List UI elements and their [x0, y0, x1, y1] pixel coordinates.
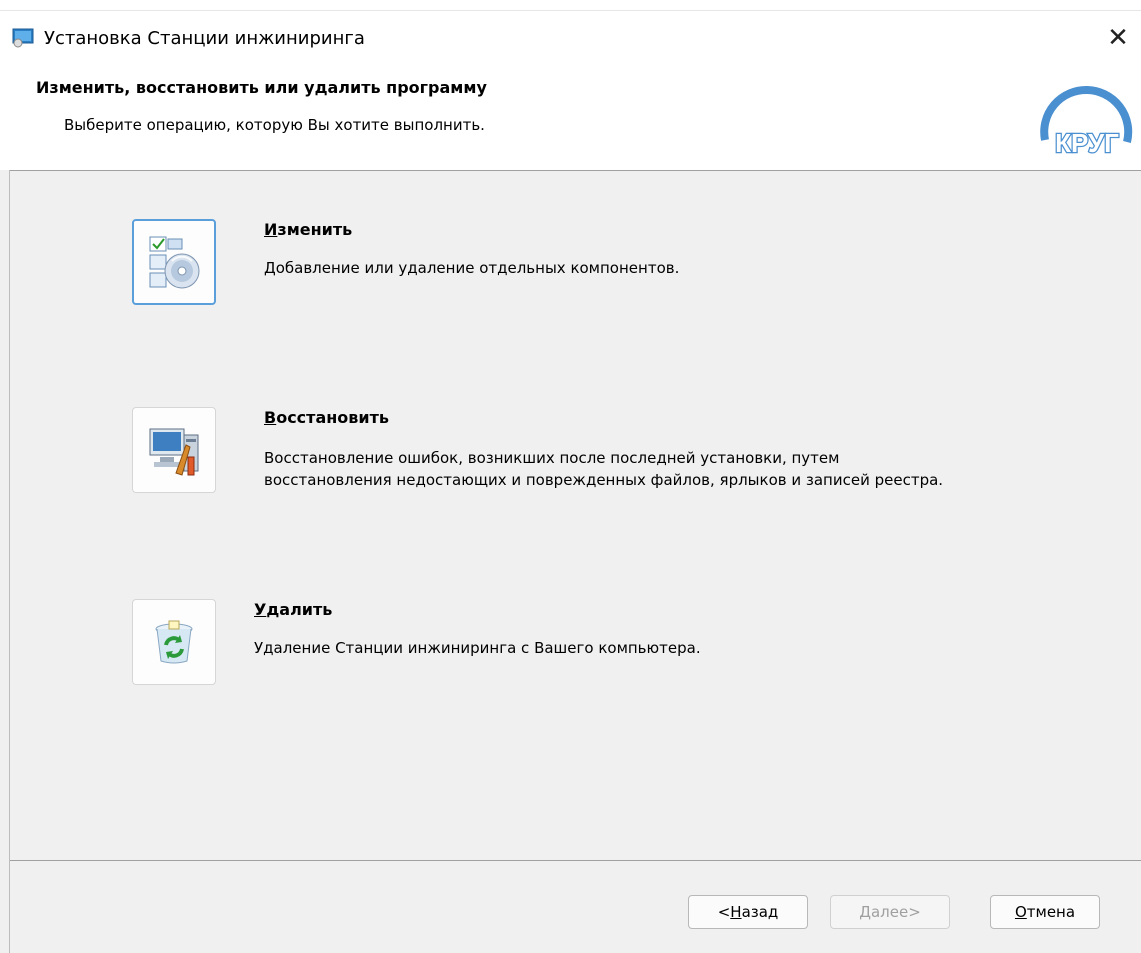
modify-button[interactable] — [132, 219, 216, 305]
repair-description-line-1: Восстановление ошибок, возникших после п… — [264, 449, 840, 467]
krug-logo: КРУГ — [1040, 85, 1133, 159]
next-button-suffix: > — [908, 903, 921, 921]
recycle-bin-icon — [155, 620, 193, 664]
installer-window: Установка Станции инжиниринга ✕ Изменить… — [0, 0, 1141, 953]
back-button-accesskey: Н — [730, 903, 742, 921]
repair-icon — [149, 428, 199, 476]
modify-description: Добавление или удаление отдельных компон… — [264, 259, 680, 277]
modify-title[interactable]: Изменить — [264, 220, 352, 239]
page-subtitle: Выберите операцию, которую Вы хотите вып… — [64, 116, 485, 134]
modify-title-rest: зменить — [277, 220, 353, 239]
repair-description: Восстановление ошибок, возникших после п… — [264, 447, 943, 491]
next-button[interactable]: Далее > — [830, 895, 950, 929]
remove-description: Удаление Станции инжиниринга с Вашего ко… — [254, 639, 701, 657]
modify-icon — [149, 236, 200, 289]
back-button-prefix: < — [717, 903, 731, 921]
next-button-rest: алее — [870, 903, 909, 921]
repair-title-rest: осстановить — [276, 408, 390, 427]
title-bar-top-border — [0, 10, 1141, 11]
page-title: Изменить, восстановить или удалить прогр… — [36, 78, 487, 97]
remove-title-accesskey: У — [254, 600, 267, 619]
cancel-button-rest: тмена — [1026, 903, 1076, 921]
cancel-button-accesskey: О — [1014, 903, 1027, 921]
remove-button[interactable] — [132, 599, 216, 685]
repair-description-line-2: восстановления недостающих и поврежденны… — [264, 471, 944, 489]
installer-app-icon — [12, 28, 34, 48]
window-left-edge — [0, 170, 10, 953]
footer-divider — [10, 860, 1141, 861]
repair-title-accesskey: В — [264, 408, 277, 427]
next-button-accesskey: Д — [859, 903, 871, 921]
window-title: Установка Станции инжиниринга — [44, 28, 365, 49]
close-icon[interactable]: ✕ — [1095, 18, 1141, 58]
cancel-button[interactable]: Отмена — [990, 895, 1100, 929]
modify-title-accesskey: И — [264, 220, 278, 239]
repair-button[interactable] — [132, 407, 216, 493]
remove-title[interactable]: Удалить — [254, 600, 332, 619]
logo-text: КРУГ — [1055, 128, 1119, 158]
back-button[interactable]: < Назад — [688, 895, 808, 929]
dialog-header: Изменить, восстановить или удалить прогр… — [0, 62, 1141, 171]
remove-title-rest: далить — [266, 600, 333, 619]
title-bar: Установка Станции инжиниринга ✕ — [0, 0, 1141, 62]
back-button-rest: азад — [741, 903, 779, 921]
repair-title[interactable]: Восстановить — [264, 408, 389, 427]
